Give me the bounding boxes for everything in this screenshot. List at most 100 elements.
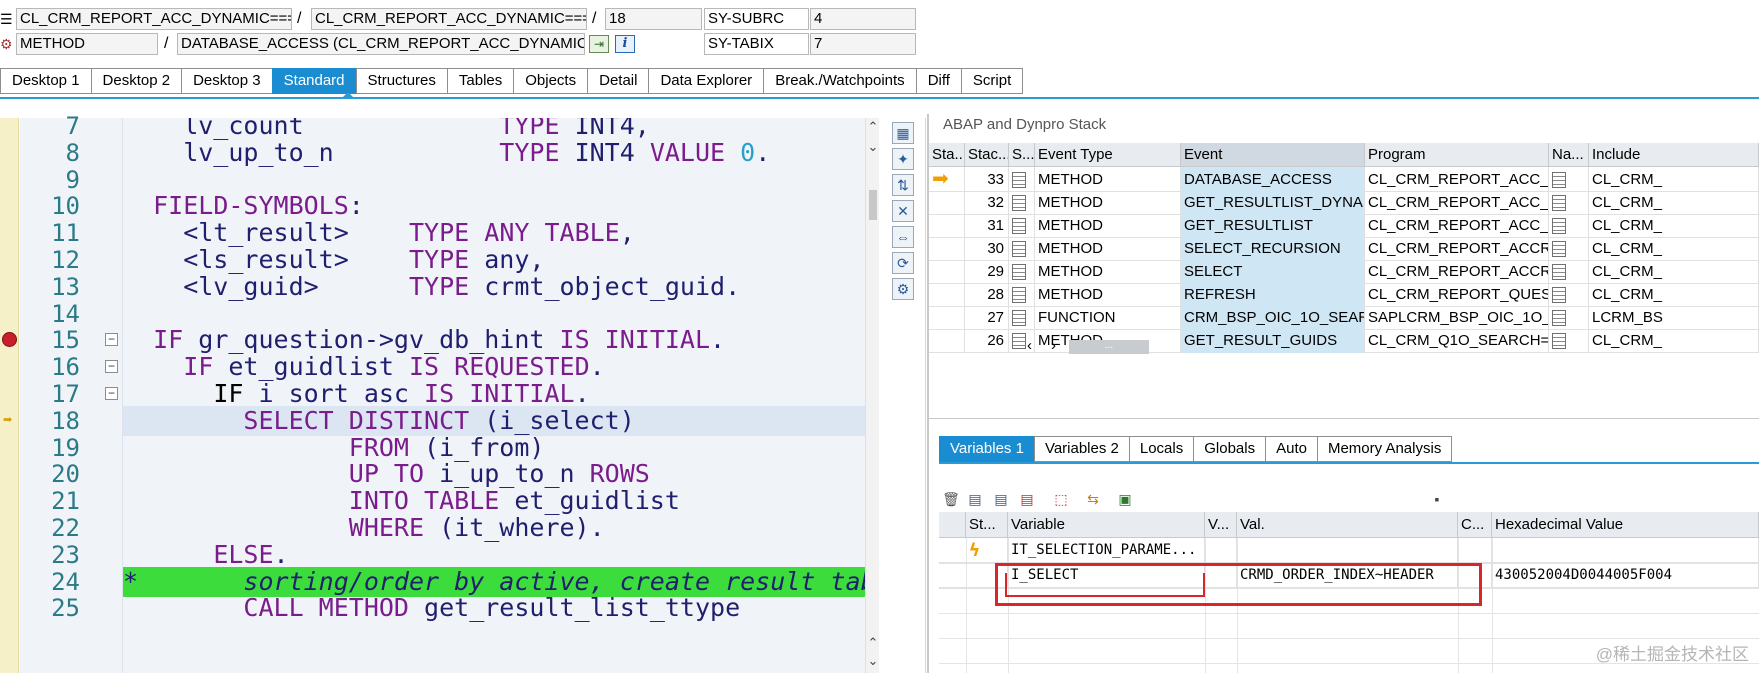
stack-row[interactable]: 27 FUNCTIONCRM_BSP_OIC_1O_SEARC...SAPLCRM… <box>929 305 1759 330</box>
code-line[interactable]: <ls_result> TYPE any, <box>123 245 865 275</box>
sys-field-value-1[interactable]: 4 <box>810 8 916 30</box>
tab-globals[interactable]: Globals <box>1193 436 1266 462</box>
scroll-down-icon[interactable]: ⌄ <box>866 654 880 668</box>
stack-row[interactable]: 28 METHODREFRESHCL_CRM_REPORT_QUESTI... CL… <box>929 282 1759 307</box>
variables-column-header[interactable]: Hexadecimal Value <box>1492 512 1759 538</box>
refresh-icon[interactable]: ⟳ <box>892 252 914 274</box>
tab-desktop-1[interactable]: Desktop 1 <box>0 68 91 94</box>
current-code-line[interactable]: SELECT DISTINCT (i_select) <box>123 405 865 436</box>
code-line[interactable]: INTO TABLE et_guidlist <box>123 486 865 516</box>
tab-desktop-2[interactable]: Desktop 2 <box>90 68 182 94</box>
document-icon[interactable] <box>1552 218 1566 235</box>
scroll-up-icon[interactable]: ⌃ <box>866 636 880 650</box>
sys-field-name-1[interactable]: SY-SUBRC <box>704 8 809 30</box>
tab-diff[interactable]: Diff <box>915 68 961 94</box>
event-type-field[interactable]: METHOD <box>16 33 158 55</box>
scroll-down-icon[interactable]: ⌄ <box>866 140 880 154</box>
stack-column-header[interactable]: Sta... <box>929 143 965 167</box>
stack-row[interactable]: ➡ 33 METHOD DATABASE_ACCESS CL_CRM_REPORT_AC… <box>929 167 1759 192</box>
stack-row[interactable]: 29 METHODSELECTCL_CRM_REPORT_ACCRUL... CL_… <box>929 259 1759 284</box>
document-icon[interactable] <box>1552 310 1566 327</box>
tab-auto[interactable]: Auto <box>1265 436 1317 462</box>
document-icon[interactable] <box>1552 195 1566 212</box>
add-variable-icon[interactable]: ▤ <box>963 488 987 510</box>
navigate-icon[interactable]: ⇥ <box>589 35 609 53</box>
variables-column-header[interactable]: Val. <box>1237 512 1458 538</box>
code-line[interactable]: <lv_guid> TYPE crmt_object_guid. <box>123 272 865 302</box>
document-icon[interactable] <box>1552 264 1566 281</box>
watch-icon[interactable]: ⬚ <box>1049 488 1073 510</box>
code-line[interactable]: FIELD-SYMBOLS: <box>123 191 865 221</box>
tab-variables-2[interactable]: Variables 2 <box>1033 436 1129 462</box>
transfer-icon[interactable]: ⇆ <box>1081 488 1105 510</box>
tab-objects[interactable]: Objects <box>513 68 588 94</box>
tab-tables[interactable]: Tables <box>446 68 514 94</box>
swap-tool-icon[interactable]: ⇅ <box>892 174 914 196</box>
maximize-icon[interactable]: ⇔ <box>892 226 914 248</box>
code-line[interactable]: ELSE. <box>123 540 865 570</box>
remove-variable-icon[interactable]: ▤ <box>1015 488 1039 510</box>
source-code-editor[interactable]: lv_count TYPE INT4, lv_up_to_n TYPE INT4… <box>0 112 875 673</box>
document-icon[interactable] <box>1552 287 1566 304</box>
breakpoint-gutter[interactable] <box>0 118 19 673</box>
document-icon[interactable] <box>1552 172 1566 189</box>
scroll-left-icon[interactable]: ‹ <box>1027 337 1032 354</box>
line-number-field[interactable]: 18 <box>605 8 702 30</box>
stack-column-header[interactable]: Include <box>1589 143 1759 167</box>
event-name-field[interactable]: DATABASE_ACCESS (CL_CRM_REPORT_ACC_DYNAM… <box>177 33 585 55</box>
code-line[interactable] <box>123 299 865 329</box>
fold-toggle-icon[interactable]: − <box>105 333 118 347</box>
info-icon[interactable]: i <box>615 35 635 53</box>
program-field-main[interactable]: CL_CRM_REPORT_ACC_DYNAMIC====_ <box>16 8 292 30</box>
copy-variable-icon[interactable]: ▤ <box>989 488 1013 510</box>
code-area[interactable]: lv_count TYPE INT4, lv_up_to_n TYPE INT4… <box>123 118 865 673</box>
code-line[interactable]: * sorting/order by active, create result… <box>123 566 865 597</box>
grid-icon[interactable]: ▦ <box>892 122 914 144</box>
stack-row[interactable]: 31 METHOD GET_RESULTLIST CL_CRM_REPORT_ACC_… <box>929 213 1759 238</box>
close-tool-icon[interactable]: ✕ <box>892 200 914 222</box>
sys-field-name-2[interactable]: SY-TABIX <box>704 33 809 55</box>
export-icon[interactable]: ▣ <box>1113 488 1137 510</box>
tab-detail[interactable]: Detail <box>587 68 649 94</box>
fold-toggle-icon[interactable]: − <box>105 360 118 374</box>
fold-toggle-icon[interactable]: − <box>105 387 118 400</box>
code-line[interactable]: IF i_sort_asc IS INITIAL. <box>123 379 865 409</box>
code-line[interactable]: IF gr_question->gv_db_hint IS INITIAL. <box>123 325 865 355</box>
stack-hscrollbar[interactable]: ‹ › ... <box>1027 337 1227 357</box>
save-icon[interactable]: ▪ <box>1425 488 1449 510</box>
tab-data-explorer[interactable]: Data Explorer <box>648 68 764 94</box>
code-line[interactable]: WHERE (it_where). <box>123 513 865 543</box>
program-field-include[interactable]: CL_CRM_REPORT_ACC_DYNAMIC====_ <box>311 8 587 30</box>
tab-break-watchpoints[interactable]: Break./Watchpoints <box>763 68 916 94</box>
stack-column-header[interactable]: Program <box>1365 143 1549 167</box>
code-line[interactable]: <lt_result> TYPE ANY TABLE, <box>123 218 865 248</box>
editor-scrollbar[interactable]: ⌃ ⌄ ⌃ ⌄ <box>865 118 879 673</box>
variables-column-header[interactable]: St... <box>966 512 1008 538</box>
panel-divider[interactable] <box>929 418 1759 419</box>
settings-icon[interactable]: ⚙ <box>892 278 914 300</box>
scroll-thumb[interactable] <box>869 190 877 220</box>
tab-variables-1[interactable]: Variables 1 <box>939 436 1034 462</box>
delete-icon[interactable]: 🗑 <box>939 488 963 510</box>
variables-column-header[interactable]: V... <box>1205 512 1237 538</box>
document-icon[interactable] <box>1552 241 1566 258</box>
stack-column-header[interactable]: Event Type <box>1035 143 1181 167</box>
code-line[interactable]: IF et_guidlist IS REQUESTED. <box>123 352 865 382</box>
stack-column-header[interactable]: Event <box>1181 143 1365 167</box>
tab-standard[interactable]: Standard <box>271 68 356 94</box>
stack-column-header[interactable]: S... <box>1009 143 1035 167</box>
stack-row[interactable]: 32 METHODGET_RESULTLIST_DYNAMI...CL_CRM_R… <box>929 190 1759 215</box>
code-line[interactable] <box>123 165 865 195</box>
code-line[interactable]: FROM (i_from) <box>123 433 865 463</box>
variable-name-input[interactable]: IT_SELECTION_PARAME... <box>1008 538 1205 563</box>
sys-field-value-2[interactable]: 7 <box>810 33 916 55</box>
stack-column-header[interactable]: Stac... <box>965 143 1009 167</box>
stack-row[interactable]: 30 METHOD SELECT_RECURSION CL_CRM_REPORT_AC… <box>929 236 1759 261</box>
variables-column-header[interactable]: Variable <box>1008 512 1205 538</box>
scroll-thumb[interactable]: ... <box>1069 340 1149 354</box>
code-line[interactable]: CALL METHOD get_result_list_ttype <box>123 593 865 623</box>
stack-column-header[interactable]: Na... <box>1549 143 1589 167</box>
document-icon[interactable] <box>1552 333 1566 350</box>
code-line[interactable]: lv_up_to_n TYPE INT4 VALUE 0. <box>123 138 865 168</box>
variable-value-cell[interactable] <box>1237 538 1458 563</box>
